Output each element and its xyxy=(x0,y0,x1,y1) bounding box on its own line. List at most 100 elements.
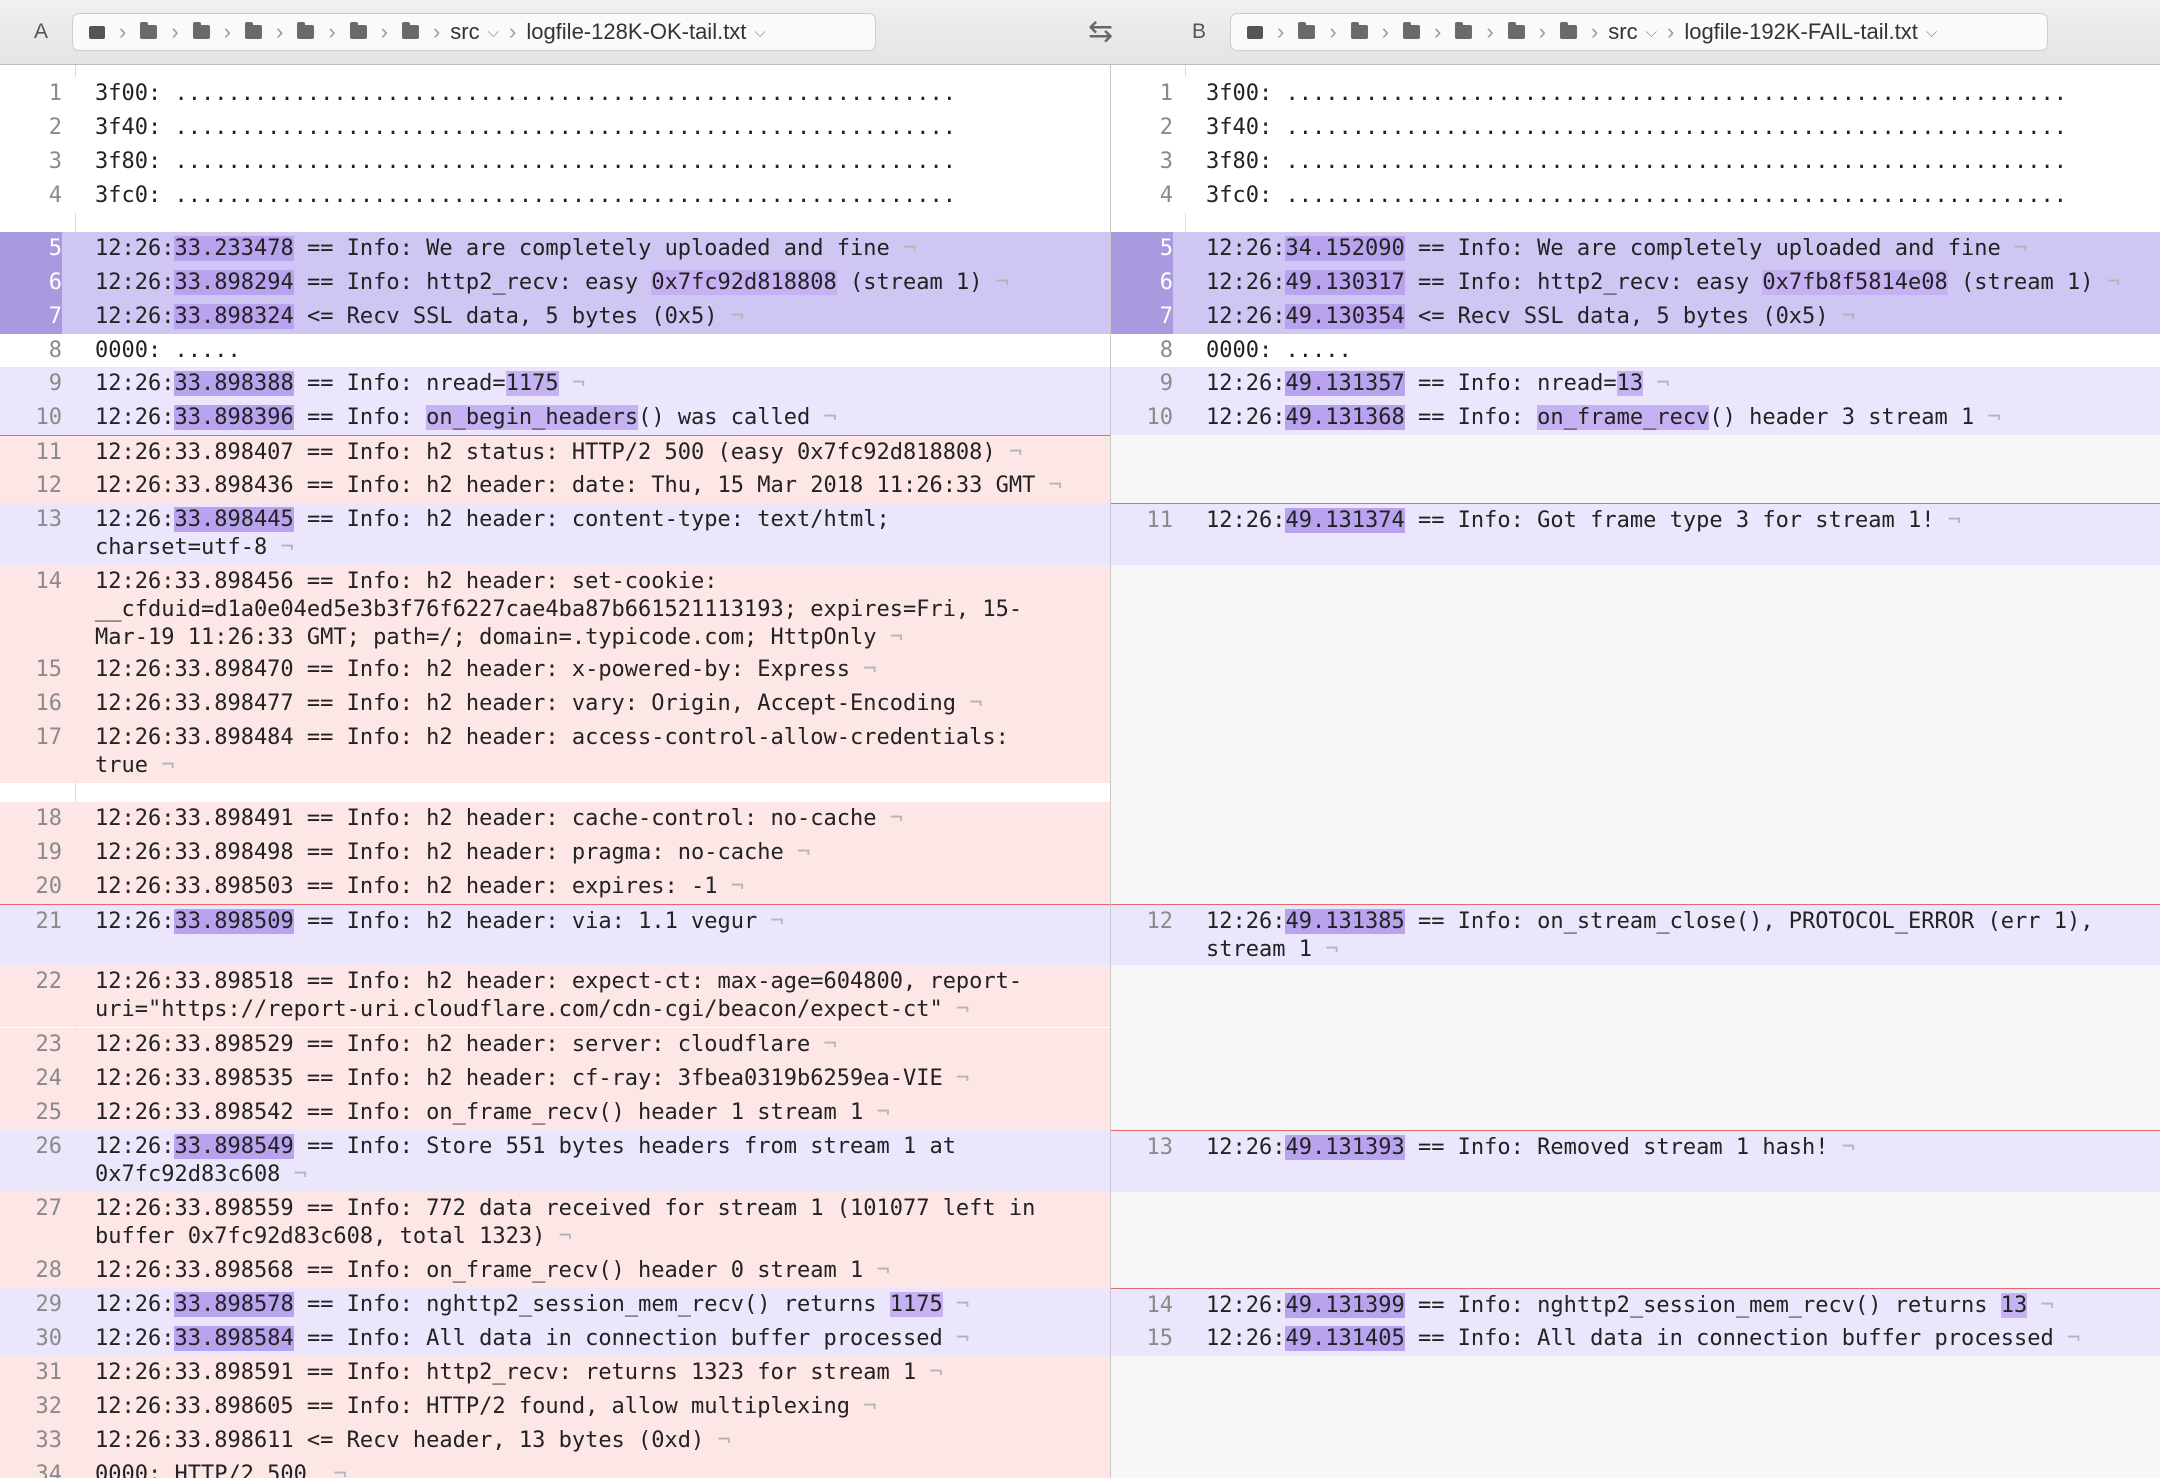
chevron-down-icon: ⌵ xyxy=(487,23,499,41)
folder-icon[interactable] xyxy=(1559,22,1577,39)
folder-icon[interactable] xyxy=(401,22,419,39)
folder-icon[interactable] xyxy=(1507,22,1525,39)
code-line[interactable]: 29 12:26:33.898578 == Info: nghttp2_sessi… xyxy=(0,1288,1110,1322)
code-line[interactable]: 12 12:26:33.898436 == Info: h2 header: da… xyxy=(0,469,1110,503)
right-diff-pane[interactable]: 1 3f00: .................................… xyxy=(1110,65,2160,1478)
line-text: 0000: ..... xyxy=(1206,338,1352,363)
code-line[interactable]: 4 3fc0: .................................… xyxy=(0,179,1110,213)
right-path-bar[interactable]: › › › › › › › src ⌵ › logfile-192K-FAIL-t… xyxy=(1230,13,2048,51)
drive-icon[interactable] xyxy=(1247,25,1263,39)
code-line[interactable]: 3 3f80: .................................… xyxy=(1111,145,2160,179)
code-line[interactable]: 6 12:26:33.898294 == Info: http2_recv: ea… xyxy=(0,266,1110,300)
code-line[interactable]: 10 12:26:33.898396 == Info: on_begin_head… xyxy=(0,401,1110,435)
swap-panes-icon[interactable]: ⇆ xyxy=(1088,14,1113,49)
code-line[interactable]: 2 3f40: .................................… xyxy=(1111,111,2160,145)
folder-icon[interactable] xyxy=(140,22,158,39)
code-line[interactable]: 22 12:26:33.898518 == Info: h2 header: ex… xyxy=(0,965,1110,1027)
diff-highlight: on_frame_recv xyxy=(1537,405,1710,430)
code-line[interactable]: 6 12:26:49.130317 == Info: http2_recv: ea… xyxy=(1111,266,2160,300)
code-line[interactable]: 7 12:26:49.130354 <= Recv SSL data, 5 byt… xyxy=(1111,300,2160,334)
line-text: 12:26:49.131357 == Info: nread=13 ¬ xyxy=(1206,371,1670,396)
line-text: 12:26:33.898518 == Info: h2 header: expe… xyxy=(95,969,1023,1022)
line-number: 6 xyxy=(0,266,62,300)
diff-highlight: 33.898445 xyxy=(174,507,294,532)
drive-icon[interactable] xyxy=(89,25,105,39)
folder-icon[interactable] xyxy=(1402,22,1420,39)
code-line[interactable]: 20 12:26:33.898503 == Info: h2 header: ex… xyxy=(0,870,1110,904)
code-line[interactable]: 26 12:26:33.898549 == Info: Store 551 byt… xyxy=(0,1130,1110,1192)
line-end-icon: ¬ xyxy=(730,304,745,329)
line-number: 8 xyxy=(1159,338,1173,363)
line-text: 3f00: ..................................… xyxy=(95,81,956,106)
path-segment-file[interactable]: logfile-128K-OK-tail.txt ⌵ xyxy=(526,19,765,45)
chevron-right-icon: › xyxy=(432,19,441,44)
code-line[interactable]: 8 0000: ..... xyxy=(0,334,1110,368)
code-line[interactable]: 5 12:26:34.152090 == Info: We are complet… xyxy=(1111,232,2160,266)
code-line[interactable]: 25 12:26:33.898542 == Info: on_frame_recv… xyxy=(0,1096,1110,1130)
folder-icon[interactable] xyxy=(297,22,315,39)
diff-highlight: 33.898324 xyxy=(174,304,294,329)
code-line[interactable]: 1 3f00: .................................… xyxy=(1111,77,2160,111)
line-text: 3f40: ..................................… xyxy=(95,115,956,140)
line-text: 12:26:33.898584 == Info: All data in con… xyxy=(95,1326,970,1351)
code-line[interactable]: 9 12:26:33.898388 == Info: nread=1175 ¬ xyxy=(0,367,1110,401)
code-line[interactable]: 24 12:26:33.898535 == Info: h2 header: cf… xyxy=(0,1062,1110,1096)
code-line[interactable]: 16 12:26:33.898477 == Info: h2 header: va… xyxy=(0,687,1110,721)
code-line[interactable]: 7 12:26:33.898324 <= Recv SSL data, 5 byt… xyxy=(0,300,1110,334)
folder-icon[interactable] xyxy=(1298,22,1316,39)
code-line[interactable]: 27 12:26:33.898559 == Info: 772 data rece… xyxy=(0,1192,1110,1254)
code-line[interactable]: 18 12:26:33.898491 == Info: h2 header: ca… xyxy=(0,802,1110,836)
code-line[interactable]: 23 12:26:33.898529 == Info: h2 header: se… xyxy=(0,1028,1110,1062)
code-line[interactable]: 9 12:26:49.131357 == Info: nread=13 ¬ xyxy=(1111,367,2160,401)
code-line[interactable]: 13 12:26:33.898445 == Info: h2 header: co… xyxy=(0,503,1110,565)
code-line[interactable]: 1 3f00: .................................… xyxy=(0,77,1110,111)
line-number: 1 xyxy=(1159,81,1173,106)
line-number: 27 xyxy=(35,1196,63,1221)
code-line[interactable]: 8 0000: ..... xyxy=(1111,334,2160,368)
left-path-bar[interactable]: › › › › › › › src ⌵ › logfile-128K-OK-tai… xyxy=(72,13,876,51)
code-line[interactable]: 15 12:26:33.898470 == Info: h2 header: x-… xyxy=(0,653,1110,687)
code-line[interactable]: 11 12:26:49.131374 == Info: Got frame typ… xyxy=(1111,503,2160,565)
code-line[interactable]: 14 12:26:33.898456 == Info: h2 header: se… xyxy=(0,565,1110,653)
code-line[interactable]: 13 12:26:49.131393 == Info: Removed strea… xyxy=(1111,1130,2160,1192)
diff-highlight: 33.898549 xyxy=(174,1134,294,1159)
folder-icon[interactable] xyxy=(1350,22,1368,39)
path-segment-src[interactable]: src ⌵ xyxy=(450,19,499,45)
code-line[interactable]: 34 0000: HTTP/2 500 ¬ xyxy=(0,1458,1110,1478)
folder-icon[interactable] xyxy=(244,22,262,39)
code-line[interactable]: 10 12:26:49.131368 == Info: on_frame_recv… xyxy=(1111,401,2160,435)
folder-icon[interactable] xyxy=(1455,22,1473,39)
path-segment-src[interactable]: src ⌵ xyxy=(1608,19,1657,45)
code-line[interactable]: 33 12:26:33.898611 <= Recv header, 13 byt… xyxy=(0,1424,1110,1458)
line-text: 0000: HTTP/2 500 ¬ xyxy=(95,1458,1098,1478)
code-line[interactable]: 30 12:26:33.898584 == Info: All data in c… xyxy=(0,1322,1110,1356)
code-line[interactable]: 31 12:26:33.898591 == Info: http2_recv: r… xyxy=(0,1356,1110,1390)
line-text: 12:26:33.898509 == Info: h2 header: via:… xyxy=(95,909,784,934)
code-line[interactable]: 15 12:26:49.131405 == Info: All data in c… xyxy=(1111,1322,2160,1356)
code-line[interactable]: 17 12:26:33.898484 == Info: h2 header: ac… xyxy=(0,721,1110,783)
line-end-icon: ¬ xyxy=(2040,1293,2054,1318)
code-line[interactable]: 19 12:26:33.898498 == Info: h2 header: pr… xyxy=(0,836,1110,870)
path-segment-file[interactable]: logfile-192K-FAIL-tail.txt ⌵ xyxy=(1684,19,1937,45)
diff-highlight: 49.131374 xyxy=(1285,508,1405,533)
code-line[interactable]: 3 3f80: .................................… xyxy=(0,145,1110,179)
code-line[interactable]: 28 12:26:33.898568 == Info: on_frame_recv… xyxy=(0,1254,1110,1288)
code-line[interactable]: 4 3fc0: .................................… xyxy=(1111,179,2160,213)
diff-highlight: 13 xyxy=(2000,1293,2028,1318)
line-number: 1 xyxy=(48,81,62,106)
code-line[interactable]: 12 12:26:49.131385 == Info: on_stream_clo… xyxy=(1111,904,2160,966)
code-line[interactable]: 21 12:26:33.898509 == Info: h2 header: vi… xyxy=(0,904,1110,966)
left-diff-pane[interactable]: 1 3f00: .................................… xyxy=(0,65,1110,1478)
folder-icon[interactable] xyxy=(192,22,210,39)
line-text: 12:26:33.898605 == Info: HTTP/2 found, a… xyxy=(95,1394,877,1419)
diff-highlight: 33.898294 xyxy=(174,270,294,295)
code-line[interactable]: 11 12:26:33.898407 == Info: h2 status: HT… xyxy=(0,435,1110,469)
line-text: 12:26:49.131405 == Info: All data in con… xyxy=(1206,1326,2081,1351)
code-line[interactable]: 14 12:26:49.131399 == Info: nghttp2_sessi… xyxy=(1111,1288,2160,1322)
code-line[interactable]: 32 12:26:33.898605 == Info: HTTP/2 found,… xyxy=(0,1390,1110,1424)
code-line[interactable]: 5 12:26:33.233478 == Info: We are complet… xyxy=(0,232,1110,266)
line-end-icon: ¬ xyxy=(2066,1326,2081,1351)
line-number: 17 xyxy=(35,725,63,750)
folder-icon[interactable] xyxy=(349,22,367,39)
code-line[interactable]: 2 3f40: .................................… xyxy=(0,111,1110,145)
